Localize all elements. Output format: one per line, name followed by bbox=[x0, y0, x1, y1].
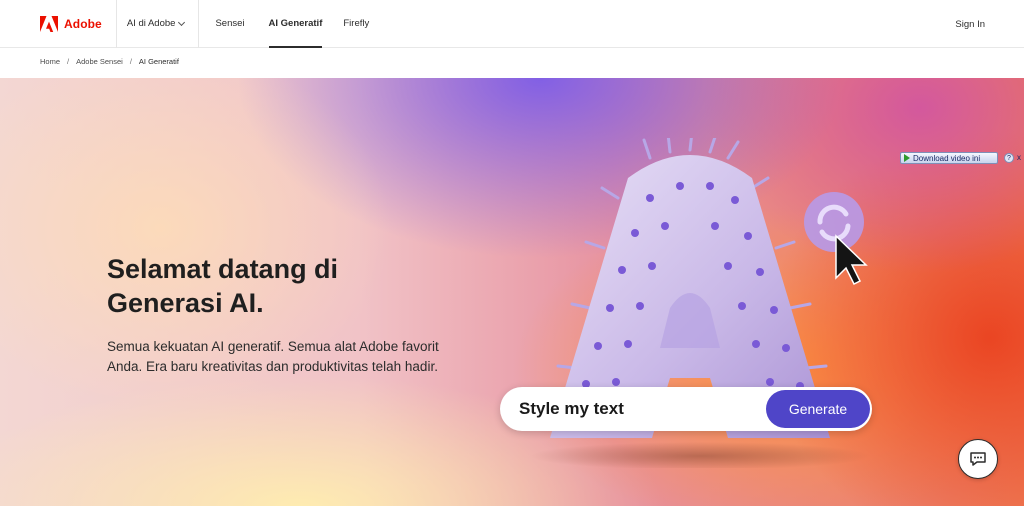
nav-item-sensei[interactable]: Sensei bbox=[215, 0, 244, 48]
chat-icon bbox=[970, 452, 986, 466]
global-nav: Adobe AI di Adobe Sensei AI Generatif Fi… bbox=[0, 0, 1024, 48]
generate-button[interactable]: Generate bbox=[766, 390, 870, 428]
breadcrumb-separator: / bbox=[67, 57, 70, 66]
hero-section: Download video ini ? x Selamat datang di… bbox=[0, 78, 1024, 506]
nav-item-label: AI di Adobe bbox=[126, 18, 176, 29]
breadcrumb-current: AI Generatif bbox=[138, 57, 179, 66]
chevron-down-icon bbox=[178, 18, 186, 26]
brand-name: Adobe bbox=[64, 16, 102, 31]
breadcrumb-adobe-sensei[interactable]: Adobe Sensei bbox=[76, 57, 123, 66]
download-close-icon[interactable]: x bbox=[1015, 152, 1023, 164]
nav-item-firefly[interactable]: Firefly bbox=[343, 0, 369, 48]
adobe-brand-link[interactable]: Adobe bbox=[40, 0, 117, 48]
adobe-logo-icon bbox=[40, 15, 58, 32]
chat-button[interactable] bbox=[958, 439, 998, 479]
nav-item-label: AI Generatif bbox=[268, 18, 323, 29]
download-video-button[interactable]: Download video ini bbox=[900, 152, 998, 164]
breadcrumb-home[interactable]: Home bbox=[40, 57, 60, 66]
hero-title: Selamat datang di Generasi AI. bbox=[107, 252, 407, 320]
download-help-icon[interactable]: ? bbox=[1004, 153, 1014, 163]
breadcrumb: Home / Adobe Sensei / AI Generatif bbox=[40, 57, 179, 66]
hero-subtitle-line: Semua kekuatan AI generatif. Semua alat … bbox=[107, 339, 439, 354]
play-icon bbox=[904, 154, 910, 162]
generate-prompt-text[interactable]: Style my text bbox=[519, 399, 624, 419]
nav-item-ai-di-adobe[interactable]: AI di Adobe bbox=[127, 0, 200, 48]
nav-item-ai-generatif[interactable]: AI Generatif bbox=[268, 0, 323, 48]
hero-title-line: Generasi AI. bbox=[107, 288, 264, 318]
nav-item-label: Sensei bbox=[215, 18, 245, 29]
refresh-icon bbox=[804, 192, 864, 252]
hero-subtitle: Semua kekuatan AI generatif. Semua alat … bbox=[107, 337, 457, 377]
hero-title-line: Selamat datang di bbox=[107, 254, 339, 284]
download-video-label: Download video ini bbox=[913, 153, 981, 163]
breadcrumb-separator: / bbox=[129, 57, 132, 66]
nav-item-label: Firefly bbox=[343, 18, 370, 29]
generate-prompt-bar: Style my text Generate bbox=[500, 387, 872, 431]
sign-in-link[interactable]: Sign In bbox=[955, 0, 985, 48]
hero-subtitle-line: Anda. Era baru kreativitas dan produktiv… bbox=[107, 359, 438, 374]
